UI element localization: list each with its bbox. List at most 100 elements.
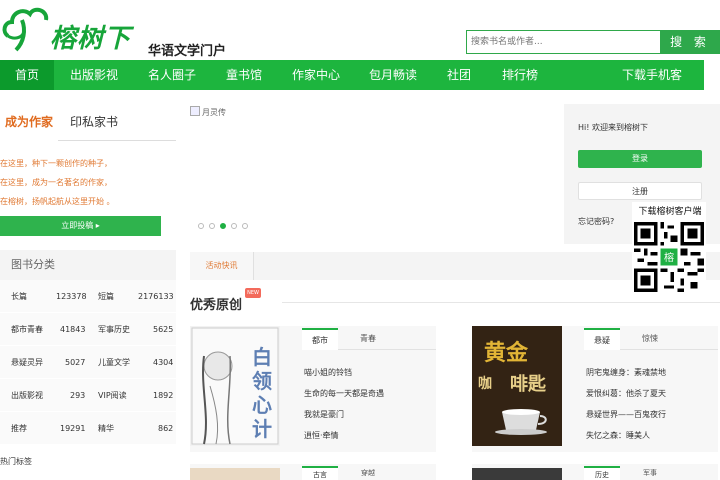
category-count: 1892 [153, 391, 174, 400]
svg-text:黄金: 黄金 [484, 340, 529, 366]
intro-line: 在榕树，扬帆起航从这里开始 。 [0, 197, 115, 206]
writer-tabs: 成为作家 印私家书 [0, 104, 176, 140]
slider-dot[interactable] [242, 223, 248, 229]
nav-item-publishing[interactable]: 出版影视 [58, 60, 130, 90]
genre-tabs: 悬疑 惊悚 [584, 328, 718, 350]
category-row: 悬疑灵异 5027 儿童文学 4304 [0, 346, 176, 379]
nav-item-writer-center[interactable]: 作家中心 [280, 60, 352, 90]
divider [282, 302, 720, 303]
intro-line: 在这里，成为一名著名的作家， [0, 178, 112, 187]
search-bar: 搜 索 [466, 30, 720, 54]
category-link[interactable]: 精华 [98, 412, 114, 445]
svg-text:啡匙: 啡匙 [510, 373, 547, 395]
search-input[interactable] [466, 30, 662, 54]
category-row: 长篇 123378 短篇 2176133 [0, 280, 176, 313]
nav-item-ranking[interactable]: 排行榜 [490, 60, 550, 90]
new-badge: NEW [245, 288, 261, 298]
nav-item-download-app[interactable]: 下载手机客户端 [610, 60, 704, 112]
book-card-urban: 白 领 心 计 都市 青春 喵小姐的铃铛 生命的每一天都是奇遇 我就是豪门 逍恒… [190, 326, 436, 452]
book-link[interactable]: 阴宅鬼缠身：素魂禁地 [586, 362, 666, 383]
book-link[interactable]: 喵小姐的铃铛 [304, 362, 384, 383]
book-link[interactable]: 爱恨纠葛：他杀了夏天 [586, 383, 666, 404]
banner-slider[interactable]: 月灵传 [190, 104, 552, 230]
header: 榕树下 华语文学门户 搜 索 [0, 0, 720, 60]
category-link[interactable]: 短篇 [98, 280, 114, 313]
book-card-row2: 古言 穿越 [190, 464, 436, 480]
login-button[interactable]: 登录 [578, 150, 702, 168]
book-cover-image[interactable]: 白 领 心 计 [190, 326, 280, 446]
qr-download[interactable]: 下载榕树客户端 榕 [632, 202, 706, 294]
svg-text:心: 心 [252, 393, 272, 417]
category-row: 推荐 19291 精华 862 [0, 412, 176, 445]
book-list: 阴宅鬼缠身：素魂禁地 爱恨纠葛：他杀了夏天 悬疑世界——百鬼夜行 失忆之森：睡美… [586, 362, 666, 446]
tab-genre[interactable]: 军事 [632, 466, 668, 480]
svg-text:领: 领 [252, 369, 272, 393]
category-count: 2176133 [138, 292, 174, 301]
category-link[interactable]: 推荐 [11, 412, 27, 445]
tab-genre-suspense[interactable]: 悬疑 [584, 328, 620, 350]
nav-item-home[interactable]: 首页 [0, 60, 54, 90]
qr-label: 下载榕树客户端 [638, 207, 702, 217]
register-button[interactable]: 注册 [578, 182, 702, 200]
svg-text:白: 白 [252, 345, 272, 369]
cloud-logo-icon [2, 7, 49, 52]
nav-item-celebrity[interactable]: 名人圈子 [136, 60, 208, 90]
book-link[interactable]: 我就是豪门 [304, 404, 384, 425]
category-title: 图书分类 [0, 250, 176, 280]
category-count: 41843 [60, 325, 86, 334]
tab-private-book[interactable]: 印私家书 [70, 104, 118, 140]
nav-item-kids[interactable]: 童书馆 [214, 60, 274, 90]
tab-activity-news[interactable]: 活动快讯 [190, 252, 254, 280]
tab-genre-youth[interactable]: 青春 [350, 328, 386, 350]
tab-genre[interactable]: 穿越 [350, 466, 386, 480]
site-logo[interactable]: 榕树下 华语文学门户 [0, 0, 240, 60]
category-link[interactable]: 悬疑灵异 [11, 346, 43, 379]
svg-text:计: 计 [252, 417, 272, 441]
slider-dot[interactable] [198, 223, 204, 229]
hot-tags-title: 热门标签 [0, 457, 32, 466]
book-cover-image[interactable] [190, 468, 280, 480]
slider-dot[interactable] [209, 223, 215, 229]
tab-genre-urban[interactable]: 都市 [302, 328, 338, 350]
divider [58, 140, 176, 141]
nav-item-monthly[interactable]: 包月畅读 [357, 60, 429, 90]
tab-genre[interactable]: 历史 [584, 466, 620, 480]
banner-image[interactable]: 月灵传 [190, 106, 226, 118]
slider-dot[interactable] [231, 223, 237, 229]
slider-dot-active[interactable] [220, 223, 226, 229]
category-link[interactable]: 儿童文学 [98, 346, 130, 379]
category-link[interactable]: 出版影视 [11, 379, 43, 412]
book-cover-image[interactable]: 黄金 咖 啡匙 [472, 326, 562, 446]
svg-text:咖: 咖 [478, 375, 492, 392]
main-nav: 首页 出版影视 名人圈子 童书馆 作家中心 包月畅读 社团 排行榜 下载手机客户… [0, 60, 704, 112]
book-link[interactable]: 失忆之森：睡美人 [586, 425, 666, 446]
logo-tagline: 华语文学门户 [148, 44, 227, 59]
intro-line: 在这里，种下一颗创作的种子， [0, 159, 112, 168]
category-link[interactable]: VIP阅读 [98, 379, 127, 412]
book-link[interactable]: 逍恒·牵情 [304, 425, 384, 446]
book-link[interactable]: 生命的每一天都是奇遇 [304, 383, 384, 404]
tab-become-writer[interactable]: 成为作家 [0, 104, 58, 140]
forgot-password-link[interactable]: 忘记密码? [578, 216, 614, 227]
category-link[interactable]: 都市青春 [11, 313, 43, 346]
category-count: 5027 [65, 358, 86, 367]
category-count: 19291 [60, 424, 86, 433]
category-row: 出版影视 293 VIP阅读 1892 [0, 379, 176, 412]
category-count: 862 [158, 424, 174, 433]
logo-text: 榕树下 [50, 24, 132, 54]
book-link[interactable]: 悬疑世界——百鬼夜行 [586, 404, 666, 425]
category-row: 都市青春 41843 军事历史 5625 [0, 313, 176, 346]
tab-genre[interactable]: 古言 [302, 466, 338, 480]
submit-manuscript-button[interactable]: 立即投稿 ▸ [0, 216, 161, 236]
svg-text:榕: 榕 [664, 251, 674, 264]
category-link[interactable]: 长篇 [11, 280, 27, 313]
search-button[interactable]: 搜 索 [660, 30, 720, 54]
book-list: 喵小姐的铃铛 生命的每一天都是奇遇 我就是豪门 逍恒·牵情 [304, 362, 384, 446]
welcome-text: Hi! 欢迎来到榕树下 [578, 123, 648, 132]
book-card-suspense: 黄金 咖 啡匙 悬疑 惊悚 阴宅鬼缠身：素魂禁地 爱恨纠葛：他杀了夏天 悬疑世界… [472, 326, 718, 452]
tab-genre-thriller[interactable]: 惊悚 [632, 328, 668, 350]
nav-item-club[interactable]: 社团 [435, 60, 483, 90]
category-link[interactable]: 军事历史 [98, 313, 130, 346]
category-count: 293 [70, 391, 86, 400]
book-cover-image[interactable] [472, 468, 562, 480]
